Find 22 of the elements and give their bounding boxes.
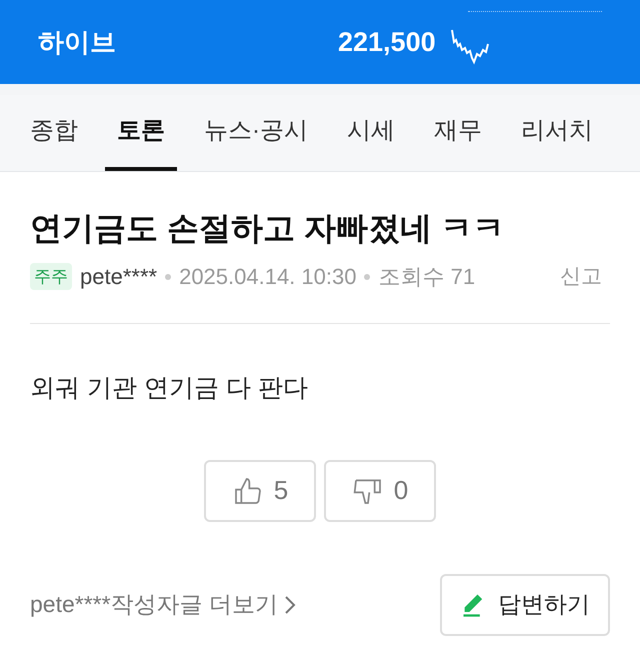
reply-button[interactable]: 답변하기	[440, 574, 610, 636]
separator-dot	[165, 274, 172, 280]
view-count: 조회수 71	[378, 263, 476, 291]
post-title: 연기금도 손절하고 자빠졌네 ㅋㅋ	[30, 209, 506, 248]
like-button[interactable]: 5	[204, 460, 316, 522]
stock-name: 하이브	[38, 26, 117, 58]
nav-tab[interactable]: 뉴스·공시	[204, 95, 308, 171]
author-name: pete****	[80, 263, 158, 291]
nav-tab[interactable]: 토론	[105, 95, 177, 171]
post-body: 외궈 기관 연기금 다 판다	[30, 373, 309, 404]
author-posts-link[interactable]: pete****작성자글 더보기	[30, 587, 296, 622]
dislike-button[interactable]: 0	[324, 460, 436, 522]
stock-price: 221,500	[338, 26, 436, 59]
chevron-right-icon	[284, 594, 296, 614]
separator-dot	[364, 274, 370, 280]
post-date: 2025.04.14. 10:30	[179, 263, 356, 291]
nav-tab[interactable]: 리서치	[521, 95, 593, 171]
nav-tab[interactable]: 시세	[347, 95, 395, 171]
sparkline-chart	[450, 28, 492, 66]
nav-tab[interactable]: 종합	[30, 95, 78, 171]
member-badge: 주주	[30, 262, 72, 290]
nav-tab[interactable]: 재무	[434, 95, 482, 171]
